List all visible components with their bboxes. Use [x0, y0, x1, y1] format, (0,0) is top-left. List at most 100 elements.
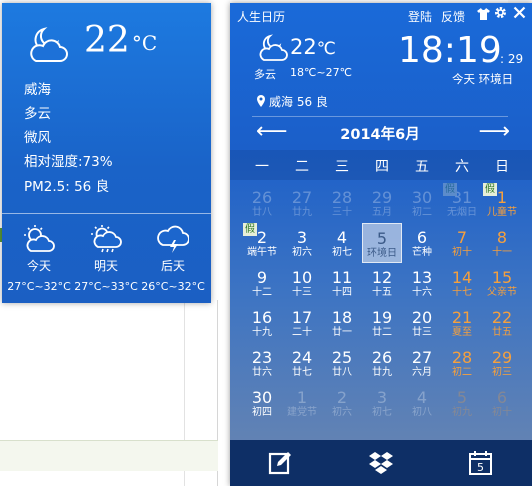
- lunar-label: 建党节: [287, 407, 317, 418]
- calendar-day[interactable]: 18 廿一: [322, 303, 362, 343]
- weekday-label: 日: [495, 159, 509, 175]
- calendar-day[interactable]: 9 十二: [242, 263, 282, 303]
- day-number: 25: [331, 348, 353, 367]
- dropbox-icon[interactable]: [368, 450, 394, 476]
- calendar-day[interactable]: 假 1 儿童节: [482, 183, 522, 223]
- calendar-day[interactable]: 12 十五: [362, 263, 402, 303]
- calendar-day[interactable]: 10 十三: [282, 263, 322, 303]
- lunar-label: 初十: [452, 247, 472, 258]
- calendar-day[interactable]: 20 廿三: [402, 303, 442, 343]
- calendar-day[interactable]: 7 初十: [442, 223, 482, 263]
- calendar-day[interactable]: 26 廿八: [242, 183, 282, 223]
- calendar-day[interactable]: 22 廿五: [482, 303, 522, 343]
- day-number: 22: [491, 308, 513, 327]
- calendar-day[interactable]: 15 父亲节: [482, 263, 522, 303]
- weather-popup: 22 °C 威海 多云 微风 相对湿度:73% PM2.5: 56 良 今天 27…: [2, 3, 211, 303]
- calendar-day[interactable]: 4 初七: [322, 223, 362, 263]
- forecast-today[interactable]: 今天 27°C~32°C: [6, 225, 72, 293]
- calendar-day[interactable]: 4 初八: [402, 383, 442, 423]
- calendar-day[interactable]: 1 建党节: [282, 383, 322, 423]
- calendar-day[interactable]: 26 廿九: [362, 343, 402, 383]
- calendar-day[interactable]: 14 十七: [442, 263, 482, 303]
- calendar-day[interactable]: 假 2 端午节: [242, 223, 282, 263]
- day-number: 17: [291, 308, 313, 327]
- calendar-day[interactable]: 29 五月: [362, 183, 402, 223]
- day-number: 10: [291, 268, 313, 287]
- day-number: 8: [496, 228, 508, 247]
- calendar-day[interactable]: 27 廿九: [282, 183, 322, 223]
- calendar-day[interactable]: 3 初七: [362, 383, 402, 423]
- calendar-day[interactable]: 28 三十: [322, 183, 362, 223]
- thunderstorm-icon: [157, 225, 189, 253]
- calendar-day[interactable]: 29 初三: [482, 343, 522, 383]
- lunar-label: 十六: [412, 287, 432, 298]
- calendar-day[interactable]: 11 十四: [322, 263, 362, 303]
- calendar-day[interactable]: 13 十六: [402, 263, 442, 303]
- lunar-label: 十一: [492, 247, 512, 258]
- day-number: 28: [451, 348, 473, 367]
- weekday-label: 一: [255, 159, 269, 175]
- calendar-day[interactable]: 17 二十: [282, 303, 322, 343]
- close-icon[interactable]: [513, 5, 526, 23]
- login-link[interactable]: 登陆: [408, 8, 432, 25]
- lunar-label: 初六: [332, 407, 352, 418]
- forecast-day-name: 明天: [93, 259, 118, 273]
- weather-temperature: 22 °C: [84, 20, 158, 61]
- calendar-day[interactable]: 3 初六: [282, 223, 322, 263]
- lunar-label: 廿六: [252, 367, 272, 378]
- calendar-day-today[interactable]: 5 环境日: [362, 223, 402, 263]
- today-label: 今天 环境日: [452, 72, 514, 86]
- feedback-link[interactable]: 反馈: [441, 8, 465, 25]
- lunar-label: 三十: [332, 207, 352, 218]
- lunar-label: 初七: [372, 407, 392, 418]
- location-air-quality[interactable]: 威海 56 良: [256, 93, 328, 110]
- calendar-5-icon[interactable]: 5: [468, 450, 494, 476]
- day-number: 26: [371, 348, 393, 367]
- lunar-label: 初七: [332, 247, 352, 258]
- calendar-day[interactable]: 30 初二: [402, 183, 442, 223]
- forecast-tomorrow[interactable]: 明天 27°C~33°C: [73, 225, 139, 293]
- lunar-label: 十九: [252, 327, 272, 338]
- day-number: 3: [296, 228, 308, 247]
- next-month-arrow-icon[interactable]: ⟶: [478, 120, 510, 144]
- lunar-label: 初四: [252, 407, 272, 418]
- lunar-label: 端午节: [247, 247, 277, 258]
- lunar-label: 十三: [292, 287, 312, 298]
- day-number: 5: [376, 229, 388, 248]
- calendar-day[interactable]: 28 初二: [442, 343, 482, 383]
- day-number: 26: [251, 188, 273, 207]
- calendar-day[interactable]: 6 芒种: [402, 223, 442, 263]
- calendar-day[interactable]: 16 十九: [242, 303, 282, 343]
- day-number: 4: [416, 388, 428, 407]
- calendar-day[interactable]: 27 六月: [402, 343, 442, 383]
- calendar-day[interactable]: 5 初九: [442, 383, 482, 423]
- weather-wind: 微风: [24, 130, 51, 146]
- edit-note-icon[interactable]: [268, 450, 294, 476]
- calendar-day[interactable]: 30 初四: [242, 383, 282, 423]
- gear-icon[interactable]: [494, 6, 507, 23]
- day-number: 27: [291, 188, 313, 207]
- weather-condition: 多云: [24, 106, 51, 122]
- calendar-day[interactable]: 21 夏至: [442, 303, 482, 343]
- lunar-label: 环境日: [367, 248, 397, 259]
- forecast-day-after[interactable]: 后天 26°C~32°C: [140, 225, 206, 293]
- day-number: 29: [371, 188, 393, 207]
- partly-cloudy-moon-icon: [30, 27, 68, 62]
- current-month[interactable]: 2014年6月: [252, 123, 508, 144]
- lunar-label: 廿九: [372, 367, 392, 378]
- day-number: 4: [336, 228, 348, 247]
- location-pin-icon: [257, 95, 265, 107]
- calendar-day[interactable]: 6 初十: [482, 383, 522, 423]
- shirt-icon[interactable]: [477, 8, 490, 23]
- temperature-range: 18℃~27℃: [290, 66, 352, 79]
- forecast-range: 26°C~32°C: [141, 280, 205, 293]
- calendar-day[interactable]: 8 十一: [482, 223, 522, 263]
- calendar-day[interactable]: 25 廿八: [322, 343, 362, 383]
- calendar-window: 人生日历 登陆 反馈 22℃ 多云 18℃~27℃ 18:19 : 29 今天 …: [230, 3, 532, 486]
- calendar-day[interactable]: 24 廿七: [282, 343, 322, 383]
- calendar-day[interactable]: 19 廿二: [362, 303, 402, 343]
- calendar-day[interactable]: 23 廿六: [242, 343, 282, 383]
- calendar-day[interactable]: 假 31 无烟日: [442, 183, 482, 223]
- calendar-day[interactable]: 2 初六: [322, 383, 362, 423]
- background-footer-strip: [0, 440, 218, 471]
